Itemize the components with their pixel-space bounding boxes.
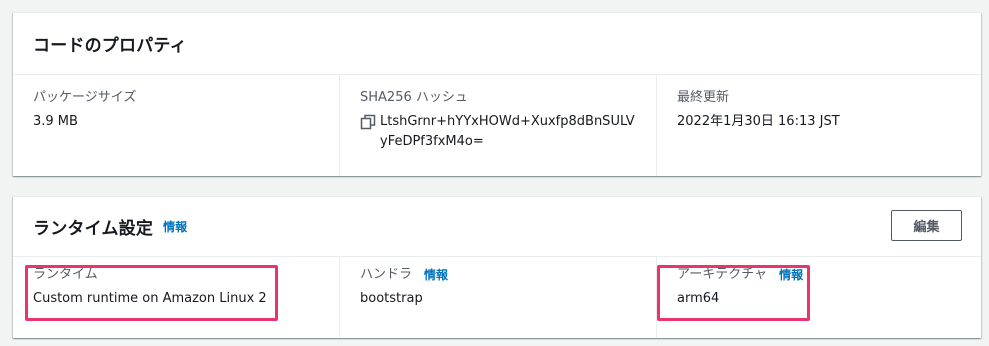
runtime-settings-title: ランタイム設定: [33, 219, 154, 239]
handler-info-link[interactable]: 情報: [424, 266, 448, 284]
handler-field: ハンドラ 情報 bootstrap: [339, 257, 656, 338]
sha256-label: SHA256 ハッシュ: [360, 90, 468, 105]
package-size-value: 3.9 MB: [33, 114, 78, 129]
runtime-settings-info-link[interactable]: 情報: [163, 218, 187, 235]
architecture-label: アーキテクチャ: [677, 267, 768, 282]
runtime-value: Custom runtime on Amazon Linux 2: [33, 291, 267, 306]
last-modified-value: 2022年1月30日 16:13 JST: [677, 114, 840, 129]
last-modified-label: 最終更新: [677, 90, 730, 105]
last-modified-field: 最終更新 2022年1月30日 16:13 JST: [656, 75, 981, 176]
architecture-label-row: アーキテクチャ 情報: [677, 266, 961, 284]
handler-label-row: ハンドラ 情報: [360, 266, 636, 284]
code-properties-header: コードのプロパティ: [13, 13, 981, 75]
runtime-field: ランタイム Custom runtime on Amazon Linux 2: [13, 257, 339, 338]
package-size-field: パッケージサイズ 3.9 MB: [13, 75, 339, 176]
code-properties-title: コードのプロパティ: [33, 36, 187, 56]
sha256-field: SHA256 ハッシュ LtshGrnr+hYYxHOWd+Xuxfp8dBnS…: [339, 75, 656, 176]
edit-button[interactable]: 編集: [891, 210, 962, 241]
copy-icon[interactable]: [360, 114, 376, 130]
sha256-value-row: LtshGrnr+hYYxHOWd+Xuxfp8dBnSULVyFeDPf3fx…: [360, 112, 636, 152]
runtime-settings-columns: ランタイム Custom runtime on Amazon Linux 2 ハ…: [13, 257, 981, 338]
package-size-label: パッケージサイズ: [33, 90, 137, 105]
code-properties-panel: コードのプロパティ パッケージサイズ 3.9 MB SHA256 ハッシュ Lt…: [13, 12, 981, 176]
runtime-settings-panel: ランタイム設定 情報 編集 ランタイム Custom runtime on Am…: [13, 196, 981, 338]
code-properties-columns: パッケージサイズ 3.9 MB SHA256 ハッシュ LtshGrnr+hYY…: [13, 75, 981, 176]
architecture-value: arm64: [677, 291, 720, 306]
runtime-settings-header: ランタイム設定 情報 編集: [13, 197, 981, 257]
architecture-field: アーキテクチャ 情報 arm64: [656, 257, 981, 338]
sha256-value: LtshGrnr+hYYxHOWd+Xuxfp8dBnSULVyFeDPf3fx…: [380, 114, 635, 149]
handler-value: bootstrap: [360, 291, 423, 306]
handler-label: ハンドラ: [360, 267, 413, 282]
architecture-info-link[interactable]: 情報: [779, 266, 803, 284]
runtime-label: ランタイム: [33, 267, 98, 282]
